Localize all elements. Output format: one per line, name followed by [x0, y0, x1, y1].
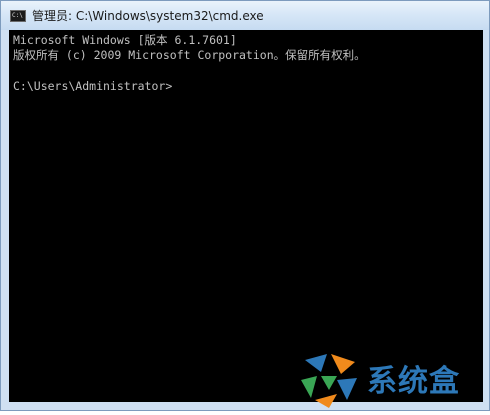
logo-icon — [301, 354, 357, 408]
logo-shard-blue-2 — [337, 378, 357, 400]
console-line-version: Microsoft Windows [版本 6.1.7601] — [13, 33, 237, 47]
title-bar[interactable]: C:\ 管理员: C:\Windows\system32\cmd.exe — [1, 1, 489, 30]
cmd-window[interactable]: C:\ 管理员: C:\Windows\system32\cmd.exe Mic… — [0, 0, 490, 411]
console-line-copyright: 版权所有 (c) 2009 Microsoft Corporation。保留所有… — [13, 48, 366, 62]
logo-shard-orange-2 — [315, 394, 337, 408]
logo-shard-center — [321, 376, 337, 390]
console-area[interactable]: Microsoft Windows [版本 6.1.7601] 版权所有 (c)… — [9, 30, 483, 402]
logo-shard-orange — [331, 354, 355, 374]
window-title: 管理员: C:\Windows\system32\cmd.exe — [32, 9, 264, 23]
cmd-icon[interactable]: C:\ — [10, 9, 26, 22]
watermark-logo: 系统盒 — [297, 350, 482, 410]
watermark-text: 系统盒 — [367, 364, 460, 399]
console-prompt[interactable]: C:\Users\Administrator> — [13, 79, 172, 93]
logo-shard-blue — [305, 354, 327, 372]
logo-shard-green — [301, 376, 317, 398]
